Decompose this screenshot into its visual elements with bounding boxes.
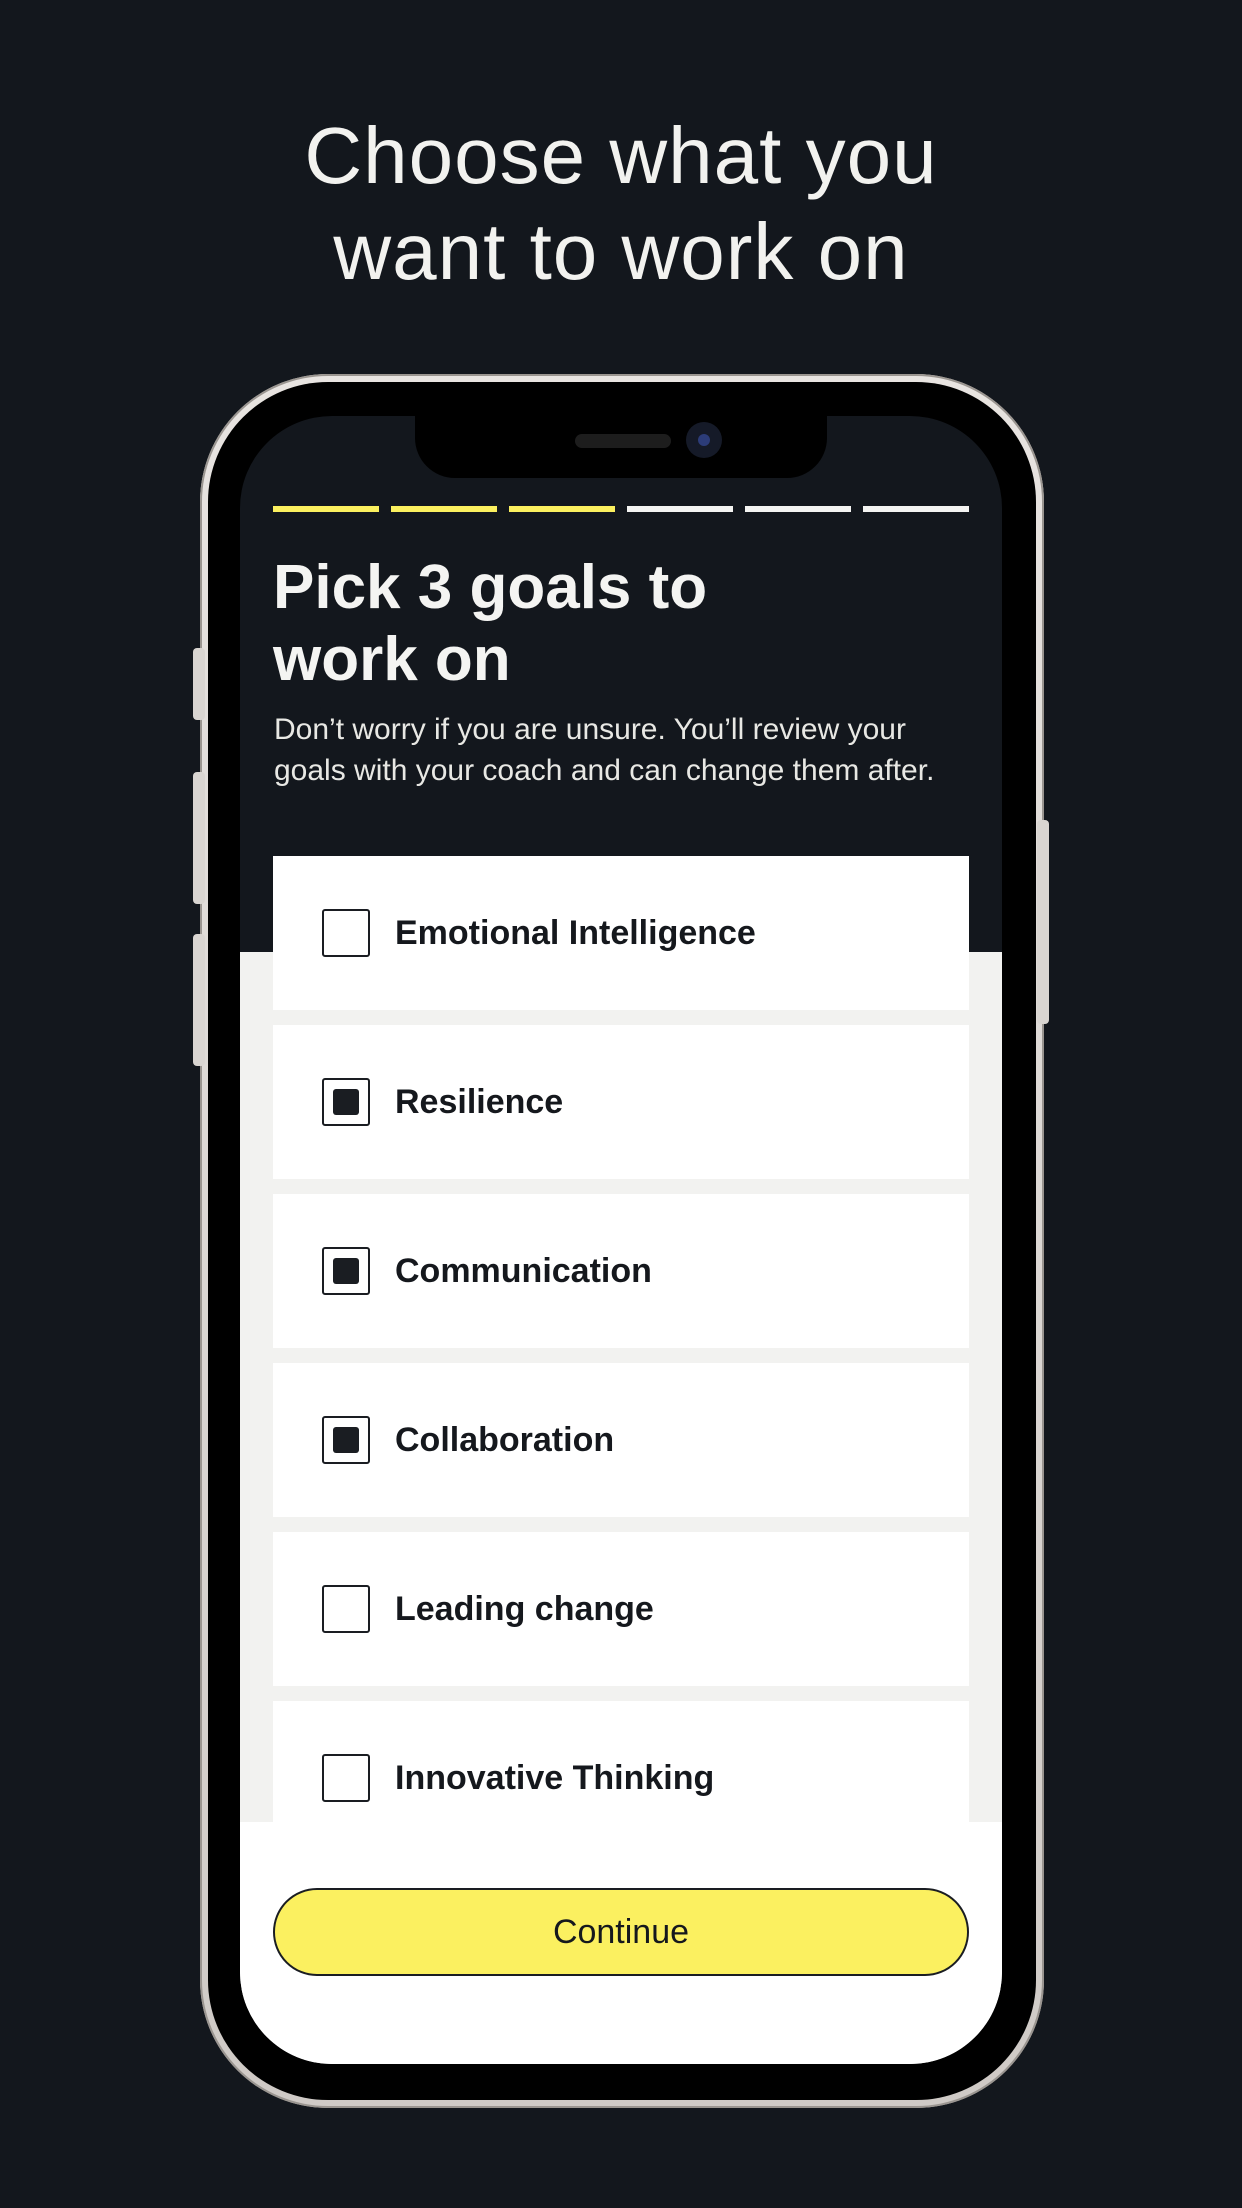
page-heading: Pick 3 goals to work on (273, 553, 708, 694)
checkbox-fill (333, 1089, 359, 1115)
progress-segment (863, 506, 969, 512)
page-subtext: Don’t worry if you are unsure. You’ll re… (274, 713, 935, 787)
checkbox[interactable] (322, 1754, 370, 1802)
goal-label: Emotional Intelligence (395, 913, 756, 952)
goal-label: Resilience (395, 1082, 564, 1121)
promo-title: Choose what you want to work on (0, 108, 1242, 300)
progress-segment (509, 506, 615, 512)
goal-label: Innovative Thinking (395, 1758, 715, 1797)
goal-option[interactable]: Leading change (273, 1532, 969, 1686)
goal-option[interactable]: Communication (273, 1194, 969, 1348)
checkbox[interactable] (322, 1416, 370, 1464)
promo-title-line-1: Choose what you (304, 111, 938, 200)
checkbox[interactable] (322, 1078, 370, 1126)
silent-switch (193, 648, 205, 720)
progress-bar (273, 506, 969, 512)
progress-segment (627, 506, 733, 512)
promo-title-line-2: want to work on (333, 207, 909, 296)
goal-label: Communication (395, 1251, 652, 1290)
goal-list: Emotional Intelligence Resilience Commun… (273, 856, 969, 1870)
phone-screen: Pick 3 goals to work on Don’t worry if y… (240, 416, 1002, 2064)
volume-down-button (193, 934, 205, 1066)
power-button (1037, 820, 1049, 1024)
progress-segment (391, 506, 497, 512)
front-camera-icon (686, 422, 722, 458)
checkbox[interactable] (322, 909, 370, 957)
goal-option[interactable]: Resilience (273, 1025, 969, 1179)
progress-segment (745, 506, 851, 512)
goal-option[interactable]: Collaboration (273, 1363, 969, 1517)
volume-up-button (193, 772, 205, 904)
checkbox-fill (333, 1258, 359, 1284)
checkbox[interactable] (322, 1585, 370, 1633)
bottom-action-bar: Continue (240, 1822, 1002, 2064)
goal-label: Leading change (395, 1589, 654, 1628)
speaker-grille (575, 434, 671, 448)
goal-option[interactable]: Emotional Intelligence (273, 856, 969, 1010)
checkbox[interactable] (322, 1247, 370, 1295)
checkbox-fill (333, 1427, 359, 1453)
progress-segment (273, 506, 379, 512)
goal-label: Collaboration (395, 1420, 615, 1459)
continue-button[interactable]: Continue (273, 1888, 969, 1976)
